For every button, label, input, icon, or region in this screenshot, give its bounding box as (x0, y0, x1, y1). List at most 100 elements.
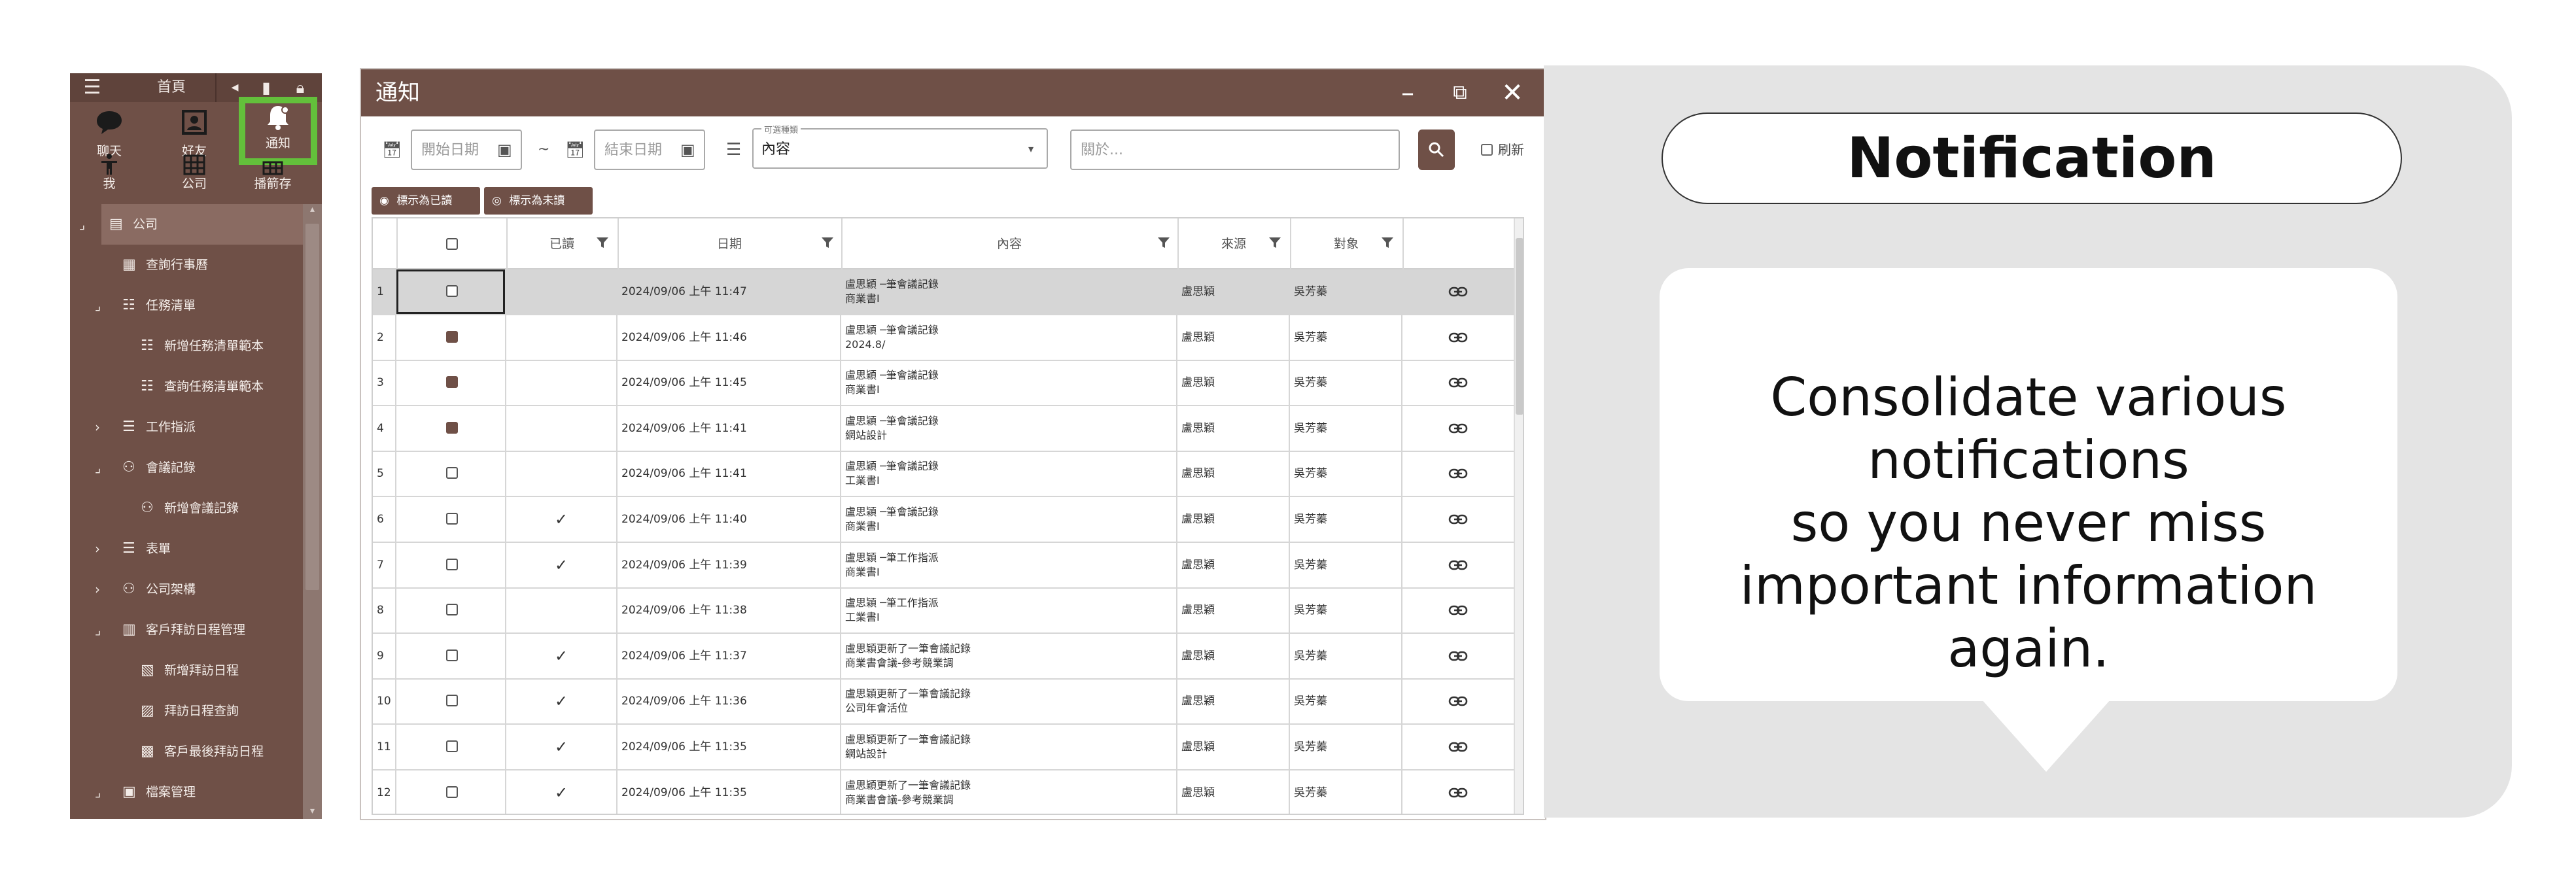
header-date[interactable]: 日期 (618, 218, 843, 269)
filter-icon[interactable] (820, 235, 835, 250)
row-checkbox[interactable] (446, 467, 458, 479)
keyword-input[interactable]: 關於... (1070, 130, 1400, 170)
sidebar-tree-item[interactable]: ☷ 新增任務清單範本 (70, 326, 305, 366)
chevron-down-icon: ▾ (1028, 143, 1034, 155)
refresh-checkbox[interactable] (1481, 144, 1493, 156)
sidebar-tree-item[interactable]: ⌟ ▤ 公司 (70, 204, 305, 245)
nav-tile-company[interactable]: 公司 (155, 153, 234, 199)
link-icon[interactable] (1448, 513, 1468, 526)
row-checkbox[interactable] (446, 558, 458, 570)
table-row[interactable]: 12 ✓ 2024/09/06 上午 11:35 盧思穎更新了一筆會議記錄 商業書會議-… (373, 770, 1523, 814)
nav-tile-label: 播箭存 (254, 177, 292, 191)
link-icon[interactable] (1448, 604, 1468, 617)
row-checkbox[interactable] (446, 374, 458, 405)
link-icon[interactable] (1448, 740, 1468, 753)
chevron-down-icon[interactable]: ⌟ (95, 285, 101, 326)
sidebar-tree-item[interactable]: › ☰ 工作指派 (70, 407, 305, 447)
row-checkbox[interactable] (446, 513, 458, 525)
table-row[interactable]: 6 ✓ 2024/09/06 上午 11:40 盧思穎 ─筆會議記錄 商業書I 盧思穎 吳芳… (373, 497, 1523, 543)
header-target[interactable]: 對象 (1290, 218, 1404, 269)
link-icon[interactable] (1448, 422, 1468, 435)
sidebar-tree-item[interactable]: ▦ 查詢行事曆 (70, 245, 305, 285)
close-icon[interactable]: ✕ (1493, 69, 1532, 116)
row-checkbox[interactable] (446, 604, 458, 616)
sidebar-tree-label: 客戶最後拜訪日程 (164, 744, 264, 759)
link-icon[interactable] (1448, 467, 1468, 480)
row-checkbox[interactable] (446, 420, 458, 451)
table-row[interactable]: 1 2024/09/06 上午 11:47 盧思穎 ─筆會議記錄 商業書I 盧思穎 吳芳蓁 (373, 269, 1523, 315)
filter-icon[interactable] (1157, 235, 1171, 250)
sidebar-tree-item[interactable]: ⌟ ⚇ 會議記錄 (70, 447, 305, 488)
row-content-line1: 盧思穎更新了一筆會議記錄 (845, 642, 971, 655)
chevron-right-icon[interactable]: › (95, 528, 100, 569)
sidebar-tree-item[interactable]: ⌟ ☷ 任務清單 (70, 285, 305, 326)
mark-unread-button[interactable]: ◎ 標示為未讀 (484, 187, 593, 215)
nav-tile-me[interactable]: 我 (70, 153, 148, 199)
chevron-right-icon[interactable]: › (95, 407, 100, 447)
table-row[interactable]: 9 ✓ 2024/09/06 上午 11:37 盧思穎更新了一筆會議記錄 商業書會議-參… (373, 633, 1523, 680)
notebook-icon: ▥ (122, 621, 136, 638)
table-row[interactable]: 7 ✓ 2024/09/06 上午 11:39 盧思穎 ─筆工作指派 商業書I 盧思穎 吳芳… (373, 542, 1523, 589)
date-picker-icon[interactable]: ▣ (680, 130, 695, 170)
sidebar-tree-item[interactable]: › ⚇ 公司架構 (70, 569, 305, 610)
table-row[interactable]: 10 ✓ 2024/09/06 上午 11:36 盧思穎更新了一筆會議記錄 公司年會活位… (373, 679, 1523, 725)
sidebar-tree-item[interactable]: ⌟ ▣ 檔案管理 (70, 772, 305, 812)
table-row[interactable]: 11 ✓ 2024/09/06 上午 11:35 盧思穎更新了一筆會議記錄 網站設計 盧思… (373, 725, 1523, 770)
row-checkbox[interactable] (446, 695, 458, 707)
row-checkbox[interactable] (446, 285, 458, 297)
sidebar-tree-item[interactable]: ☷ 查詢任務清單範本 (70, 366, 305, 407)
link-icon[interactable] (1448, 376, 1468, 389)
chevron-down-icon[interactable]: ⌟ (95, 772, 101, 812)
scroll-up-arrow-icon[interactable]: ▴ (303, 204, 322, 215)
header-content[interactable]: 內容 (841, 218, 1179, 269)
chevron-down-icon[interactable]: ⌟ (95, 447, 101, 488)
sidebar-tree-item[interactable]: ⚇ 新增會議記錄 (70, 488, 305, 528)
row-content-line1: 盧思穎 ─筆會議記錄 (845, 460, 939, 473)
table-row[interactable]: 42024/09/06 上午 11:41盧思穎 ─筆會議記錄網站設計盧思穎吳芳蓁 (373, 406, 1523, 452)
scroll-down-arrow-icon[interactable]: ▾ (303, 806, 322, 816)
select-all-checkbox[interactable] (446, 238, 458, 250)
header-read[interactable]: 已讀 (506, 218, 619, 269)
row-checkbox[interactable] (446, 329, 458, 360)
table-row[interactable]: 2 2024/09/06 上午 11:46 盧思穎 ─筆會議記錄 2024.8/盧思穎… (373, 315, 1523, 361)
header-source[interactable]: 來源 (1177, 218, 1291, 269)
table-scroll-thumb[interactable] (1516, 238, 1523, 415)
nav-tile-apps[interactable]: 播箭存 (234, 153, 312, 199)
sidebar-tree-item[interactable]: ⌟ ▥ 客戶拜訪日程管理 (70, 610, 305, 650)
sidebar-scroll-thumb[interactable] (305, 224, 319, 590)
date-picker-icon[interactable]: ▣ (497, 130, 512, 170)
sidebar-tree-item[interactable]: ▨ 拜訪日程查詢 (70, 691, 305, 731)
link-icon[interactable] (1448, 331, 1468, 344)
table-row[interactable]: 32024/09/06 上午 11:45盧思穎 ─筆會議記錄商業書I盧思穎吳芳蓁 (373, 360, 1523, 407)
search-button[interactable] (1418, 130, 1455, 170)
filter-icon[interactable] (595, 235, 610, 250)
sidebar-tree-item[interactable]: ▧ 新增拜訪日程 (70, 650, 305, 691)
link-icon[interactable] (1448, 649, 1468, 663)
chevron-down-icon[interactable]: ⌟ (79, 204, 85, 245)
table-row[interactable]: 8 2024/09/06 上午 11:38 盧思穎 ─筆工作指派 工業書I 盧思穎 吳芳蓁 (373, 588, 1523, 634)
link-icon[interactable] (1448, 285, 1468, 298)
link-icon[interactable] (1448, 559, 1468, 572)
row-checkbox[interactable] (446, 649, 458, 661)
link-icon[interactable] (1448, 786, 1468, 799)
filter-icon[interactable] (1380, 235, 1395, 250)
filter-icon[interactable] (1268, 235, 1282, 250)
minimize-icon[interactable]: – (1388, 69, 1427, 116)
hamburger-menu-icon[interactable]: ☰ (79, 73, 105, 102)
eye-icon: ◉ (379, 194, 389, 207)
sidebar-tree-item[interactable]: ▩ 客戶最後拜訪日程 (70, 731, 305, 772)
restore-icon[interactable]: ⧉ (1440, 69, 1480, 116)
row-content-line2: 商業書I (845, 520, 880, 532)
row-checkbox[interactable] (446, 786, 458, 798)
start-date-input[interactable]: 開始日期 ▣ (411, 130, 522, 170)
link-icon[interactable] (1448, 695, 1468, 708)
row-checkbox[interactable] (446, 740, 458, 752)
sidebar-tree-item[interactable]: › ☰ 表單 (70, 528, 305, 569)
table-row[interactable]: 5 2024/09/06 上午 11:41 盧思穎 ─筆會議記錄 工業書I 盧思穎 吳芳蓁 (373, 451, 1523, 498)
mark-read-button[interactable]: ◉ 標示為已讀 (372, 187, 480, 215)
chevron-down-icon[interactable]: ⌟ (95, 610, 101, 650)
task-list-icon: ☷ (141, 378, 154, 394)
end-date-input[interactable]: 結束日期 ▣ (594, 130, 705, 170)
row-date: 2024/09/06 上午 11:37 (618, 633, 841, 678)
chevron-right-icon[interactable]: › (95, 569, 100, 610)
